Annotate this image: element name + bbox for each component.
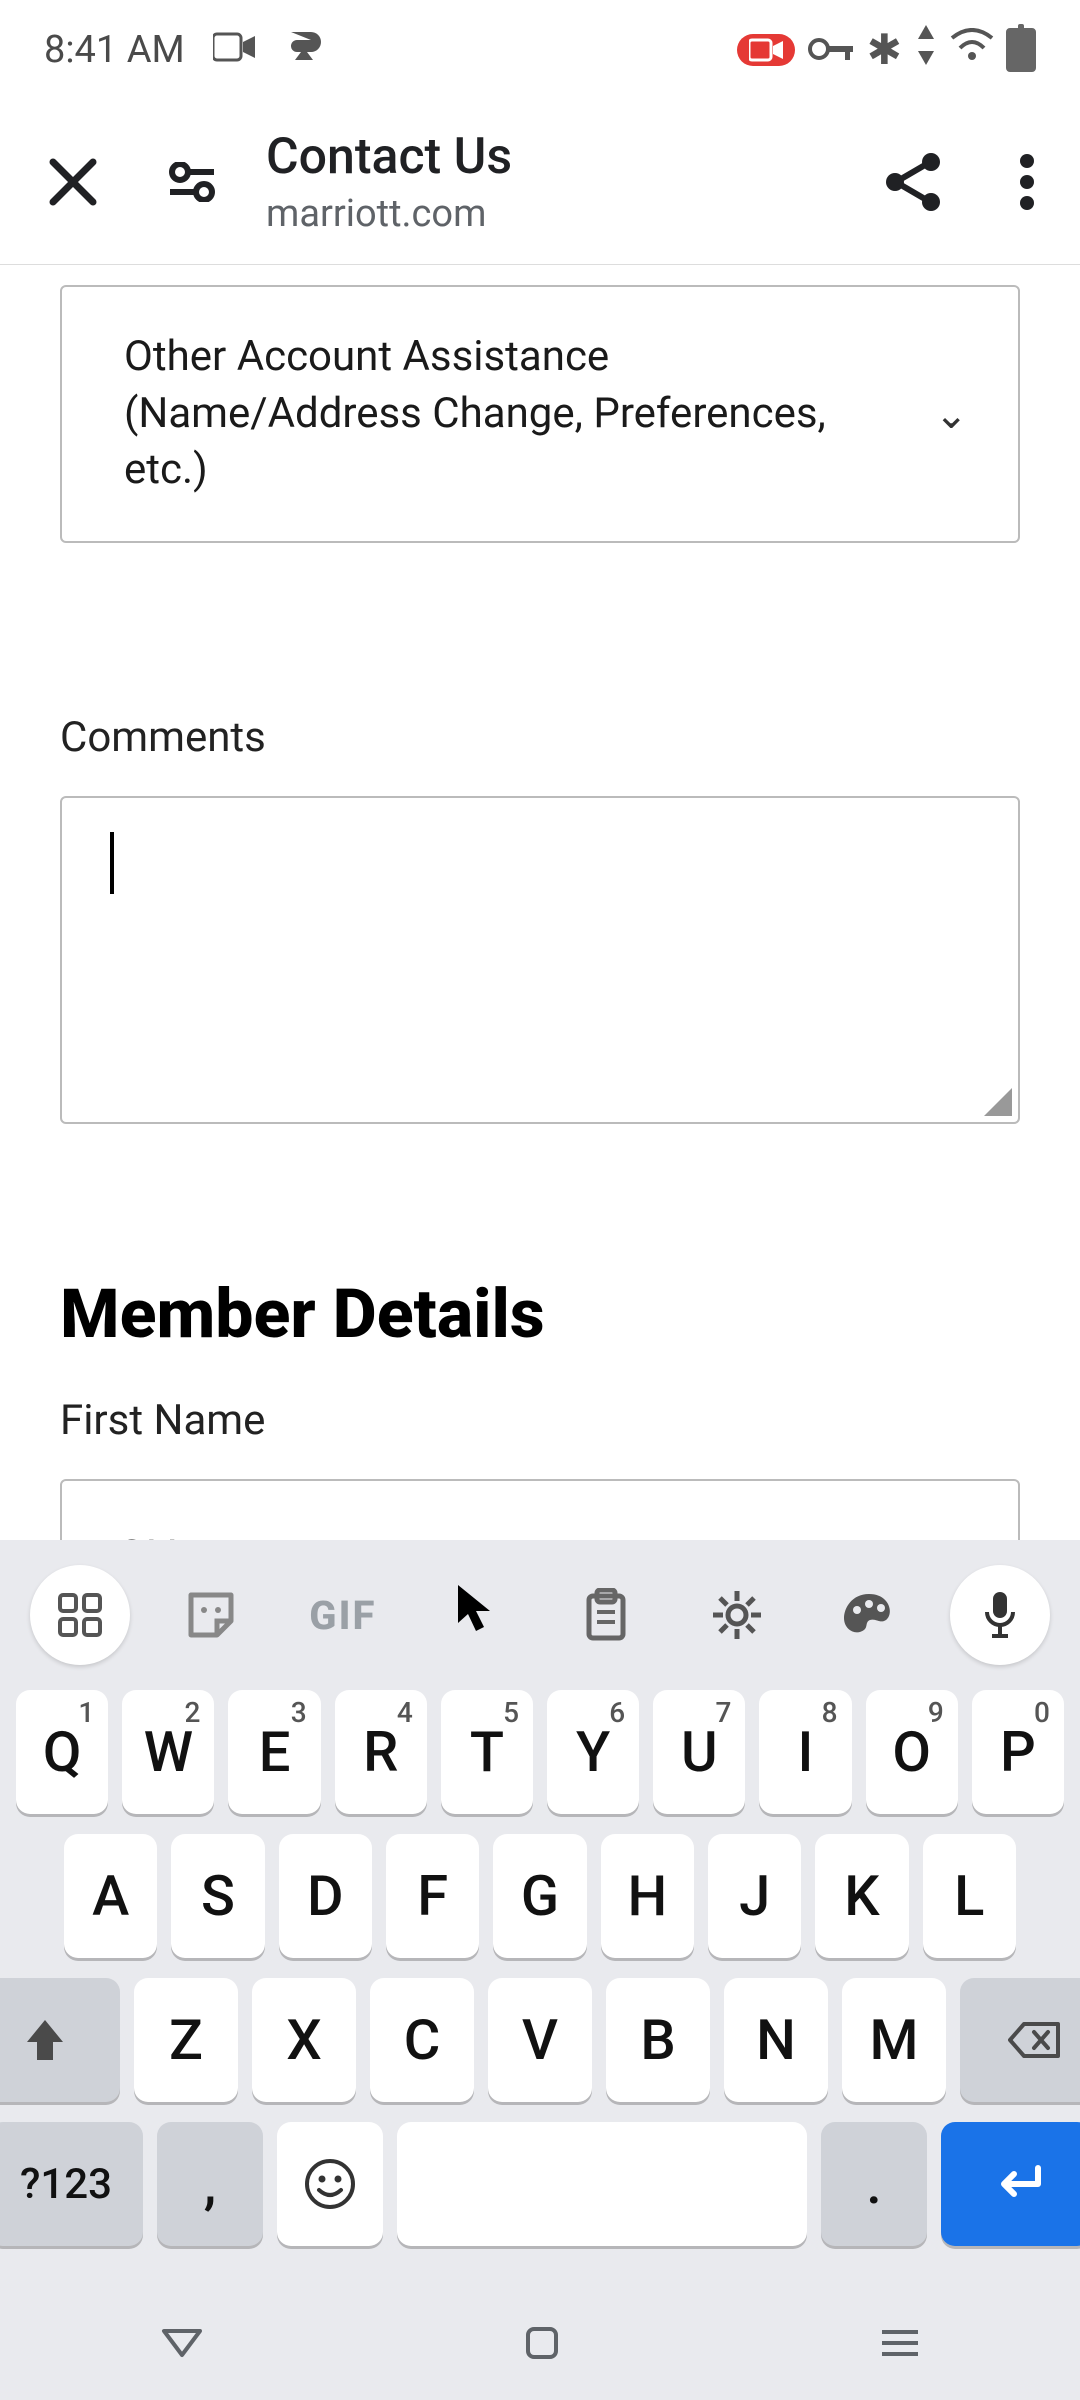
page-content: Other Account Assistance (Name/Address C… bbox=[0, 265, 1080, 1540]
key-v[interactable]: V bbox=[488, 1978, 592, 2102]
cast-icon bbox=[283, 28, 323, 72]
key-p[interactable]: P0 bbox=[972, 1690, 1064, 1814]
key-h[interactable]: H bbox=[601, 1834, 694, 1958]
key-u[interactable]: U7 bbox=[653, 1690, 745, 1814]
comments-textarea[interactable] bbox=[60, 796, 1020, 1124]
wifi-icon bbox=[950, 28, 994, 72]
bluetooth-icon: ✱ bbox=[867, 25, 902, 75]
comments-label: Comments bbox=[60, 713, 1020, 762]
browser-header: Contact Us marriott.com bbox=[0, 100, 1080, 265]
emoji-key[interactable] bbox=[277, 2122, 383, 2246]
text-cursor bbox=[110, 832, 114, 894]
key-f[interactable]: F bbox=[386, 1834, 479, 1958]
soft-keyboard: GIF Q1W2E3R4T5Y6U7I8O9P0 ASDFGHJKL ZXCVB… bbox=[0, 1540, 1080, 2400]
key-l[interactable]: L bbox=[923, 1834, 1016, 1958]
resize-handle-icon bbox=[984, 1088, 1012, 1116]
backspace-key[interactable] bbox=[960, 1978, 1080, 2102]
signal-icon bbox=[914, 25, 938, 75]
key-y[interactable]: Y6 bbox=[547, 1690, 639, 1814]
share-button[interactable] bbox=[868, 137, 958, 227]
key-c[interactable]: C bbox=[370, 1978, 474, 2102]
mic-icon[interactable] bbox=[950, 1565, 1050, 1665]
symbols-key[interactable]: ?123 bbox=[0, 2122, 143, 2246]
space-key[interactable] bbox=[397, 2122, 807, 2246]
key-d[interactable]: D bbox=[279, 1834, 372, 1958]
key-k[interactable]: K bbox=[815, 1834, 908, 1958]
palette-icon[interactable] bbox=[819, 1565, 919, 1665]
topic-dropdown-value: Other Account Assistance (Name/Address C… bbox=[124, 329, 914, 499]
cursor-arrow-icon bbox=[424, 1559, 524, 1659]
key-n[interactable]: N bbox=[724, 1978, 828, 2102]
key-o[interactable]: O9 bbox=[866, 1690, 958, 1814]
first-name-input[interactable]: SHANE bbox=[60, 1479, 1020, 1540]
key-q[interactable]: Q1 bbox=[16, 1690, 108, 1814]
key-a[interactable]: A bbox=[64, 1834, 157, 1958]
topic-dropdown[interactable]: Other Account Assistance (Name/Address C… bbox=[60, 285, 1020, 543]
nav-recents-icon[interactable] bbox=[880, 2328, 920, 2362]
nav-back-icon[interactable] bbox=[160, 2327, 204, 2363]
overflow-menu-button[interactable] bbox=[1002, 137, 1052, 227]
member-details-heading: Member Details bbox=[60, 1274, 1020, 1354]
key-x[interactable]: X bbox=[252, 1978, 356, 2102]
key-b[interactable]: B bbox=[606, 1978, 710, 2102]
tune-icon[interactable] bbox=[162, 137, 222, 227]
gif-button[interactable]: GIF bbox=[293, 1565, 393, 1665]
page-title: Contact Us bbox=[266, 128, 824, 186]
chevron-down-icon: ⌄ bbox=[934, 391, 968, 438]
system-nav-bar bbox=[0, 2290, 1080, 2400]
key-j[interactable]: J bbox=[708, 1834, 801, 1958]
comma-key[interactable]: , bbox=[157, 2122, 263, 2246]
key-e[interactable]: E3 bbox=[228, 1690, 320, 1814]
period-key[interactable]: . bbox=[821, 2122, 927, 2246]
first-name-label: First Name bbox=[60, 1396, 1020, 1445]
nav-home-icon[interactable] bbox=[524, 2325, 560, 2365]
shift-key[interactable] bbox=[0, 1978, 120, 2102]
video-cam-icon bbox=[213, 28, 255, 72]
key-w[interactable]: W2 bbox=[122, 1690, 214, 1814]
close-button[interactable] bbox=[28, 137, 118, 227]
page-url: marriott.com bbox=[266, 192, 824, 236]
key-t[interactable]: T5 bbox=[441, 1690, 533, 1814]
screen-record-icon bbox=[737, 34, 795, 66]
sticker-icon[interactable] bbox=[161, 1565, 261, 1665]
key-s[interactable]: S bbox=[171, 1834, 264, 1958]
status-bar: 8:41 AM ✱ bbox=[0, 0, 1080, 100]
key-m[interactable]: M bbox=[842, 1978, 946, 2102]
vpn-key-icon bbox=[807, 28, 855, 72]
key-i[interactable]: I8 bbox=[759, 1690, 851, 1814]
keyboard-apps-icon[interactable] bbox=[30, 1565, 130, 1665]
key-r[interactable]: R4 bbox=[335, 1690, 427, 1814]
key-z[interactable]: Z bbox=[134, 1978, 238, 2102]
settings-gear-icon[interactable] bbox=[687, 1565, 787, 1665]
clipboard-icon[interactable] bbox=[556, 1565, 656, 1665]
enter-key[interactable] bbox=[941, 2122, 1080, 2246]
key-g[interactable]: G bbox=[493, 1834, 586, 1958]
battery-icon bbox=[1006, 28, 1036, 72]
clock: 8:41 AM bbox=[44, 28, 185, 72]
keyboard-toolbar: GIF bbox=[0, 1540, 1080, 1690]
